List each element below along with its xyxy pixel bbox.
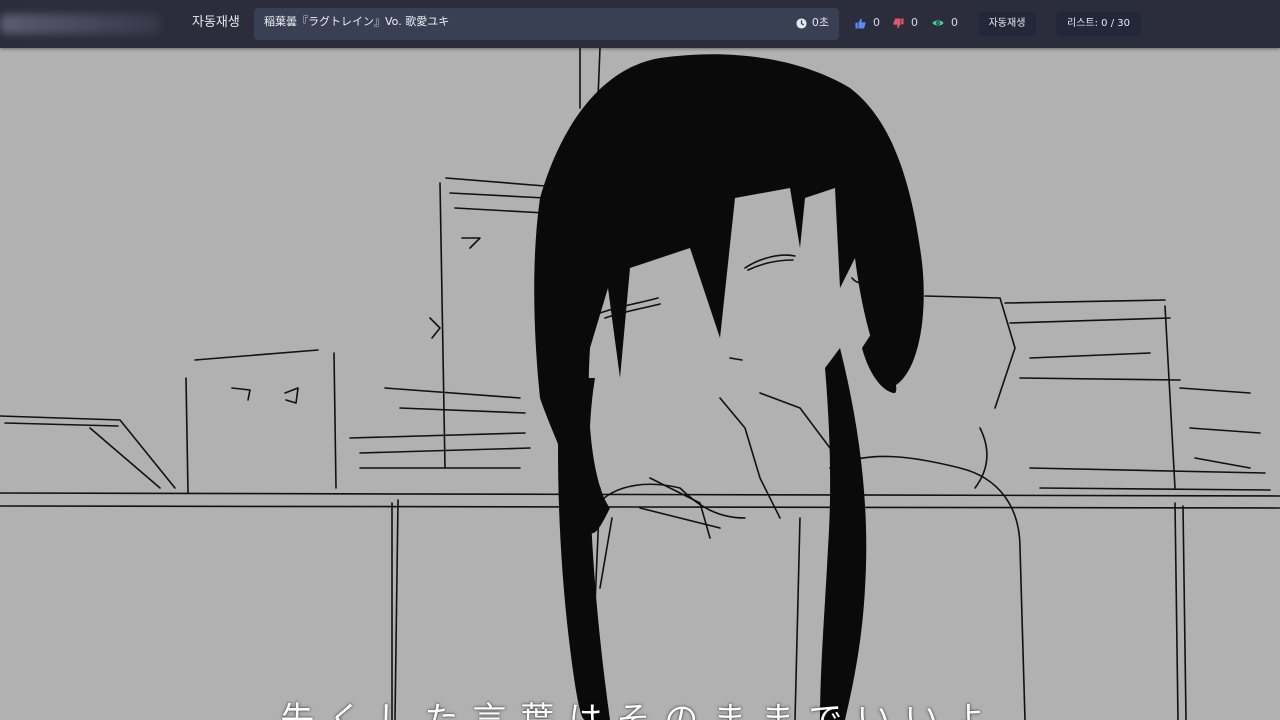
video-frame-illustration: [0, 48, 1280, 720]
video-player[interactable]: 失くした言葉はそのままでいいよ: [0, 48, 1280, 720]
eye-icon: [932, 20, 944, 26]
clock-icon: [796, 17, 807, 29]
views-count: 0: [951, 16, 958, 29]
like-stat[interactable]: 0: [855, 15, 880, 31]
autoplay-button[interactable]: 자동재생: [978, 12, 1036, 36]
playlist-button[interactable]: 리스트: 0 / 30: [1056, 12, 1141, 36]
song-title: 稲葉曇『ラグトレイン』Vo. 歌愛ユキ: [264, 15, 450, 28]
song-title-box[interactable]: 稲葉曇『ラグトレイン』Vo. 歌愛ユキ 0초: [254, 8, 839, 40]
thumbs-up-icon: [855, 18, 866, 29]
autoplay-heading: 자동재생: [192, 15, 240, 30]
dislike-stat[interactable]: 0: [893, 15, 918, 31]
video-subtitle: 失くした言葉はそのままでいいよ: [280, 700, 1000, 720]
thumbs-down-icon: [893, 17, 904, 28]
page: 자동재생 稲葉曇『ラグトレイン』Vo. 歌愛ユキ 0초 0 0 0 자동재생 리…: [0, 0, 1280, 720]
views-stat: 0: [932, 15, 958, 31]
dislike-count: 0: [911, 16, 918, 29]
blurred-logo: [0, 14, 160, 34]
duration-value: 0초: [811, 16, 829, 29]
like-count: 0: [873, 16, 880, 29]
top-bar: 자동재생 稲葉曇『ラグトレイン』Vo. 歌愛ユキ 0초 0 0 0 자동재생 리…: [0, 0, 1280, 48]
duration: 0초: [796, 15, 829, 31]
